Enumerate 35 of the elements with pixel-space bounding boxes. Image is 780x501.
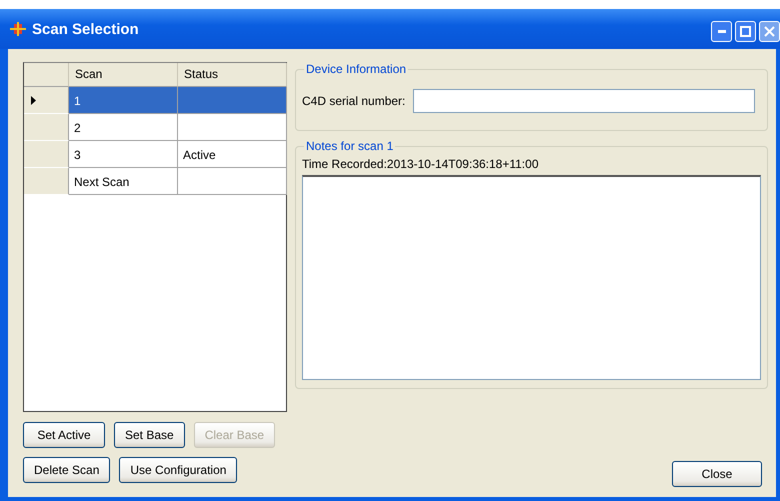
table-cell[interactable]: 2 bbox=[69, 114, 178, 141]
corner-header bbox=[24, 63, 69, 87]
maximize-button[interactable] bbox=[735, 21, 756, 42]
table-cell[interactable] bbox=[178, 114, 287, 141]
time-recorded-text: Time Recorded:2013-10-14T09:36:18+11:00 bbox=[302, 157, 538, 171]
group-title: Device Information bbox=[305, 62, 408, 76]
row-header[interactable] bbox=[24, 141, 69, 168]
minimize-button[interactable] bbox=[711, 21, 732, 42]
action-button[interactable]: Use Configuration bbox=[119, 457, 238, 483]
window-title: Scan Selection bbox=[32, 20, 140, 38]
action-button[interactable]: Delete Scan bbox=[23, 457, 110, 483]
table-cell[interactable] bbox=[178, 87, 287, 114]
maximize-icon bbox=[740, 26, 751, 37]
serial-input-field[interactable] bbox=[413, 89, 755, 113]
current-row-icon bbox=[31, 96, 36, 104]
action-button[interactable]: Set Base bbox=[114, 422, 185, 448]
column-header[interactable]: Scan bbox=[69, 63, 178, 87]
row-header[interactable] bbox=[24, 114, 69, 141]
close-window-button[interactable] bbox=[759, 21, 780, 42]
row-header[interactable] bbox=[24, 168, 69, 195]
group-title: Notes for scan 1 bbox=[305, 139, 394, 153]
serial-label: C4D serial number: bbox=[302, 94, 406, 108]
notes-field[interactable] bbox=[302, 175, 761, 380]
action-button[interactable]: Set Active bbox=[23, 422, 105, 448]
table-cell[interactable]: 1 bbox=[69, 87, 178, 114]
row-header[interactable] bbox=[24, 87, 69, 114]
table-cell[interactable]: 3 bbox=[69, 141, 178, 168]
table-cell[interactable]: Active bbox=[178, 141, 287, 168]
close-button[interactable]: Close bbox=[672, 461, 762, 487]
table-cell[interactable]: Next Scan bbox=[69, 168, 178, 195]
table-cell[interactable] bbox=[178, 168, 287, 195]
app-icon bbox=[10, 22, 26, 36]
close-icon bbox=[764, 26, 775, 37]
minimize-icon bbox=[718, 30, 726, 33]
column-header[interactable]: Status bbox=[178, 63, 287, 87]
